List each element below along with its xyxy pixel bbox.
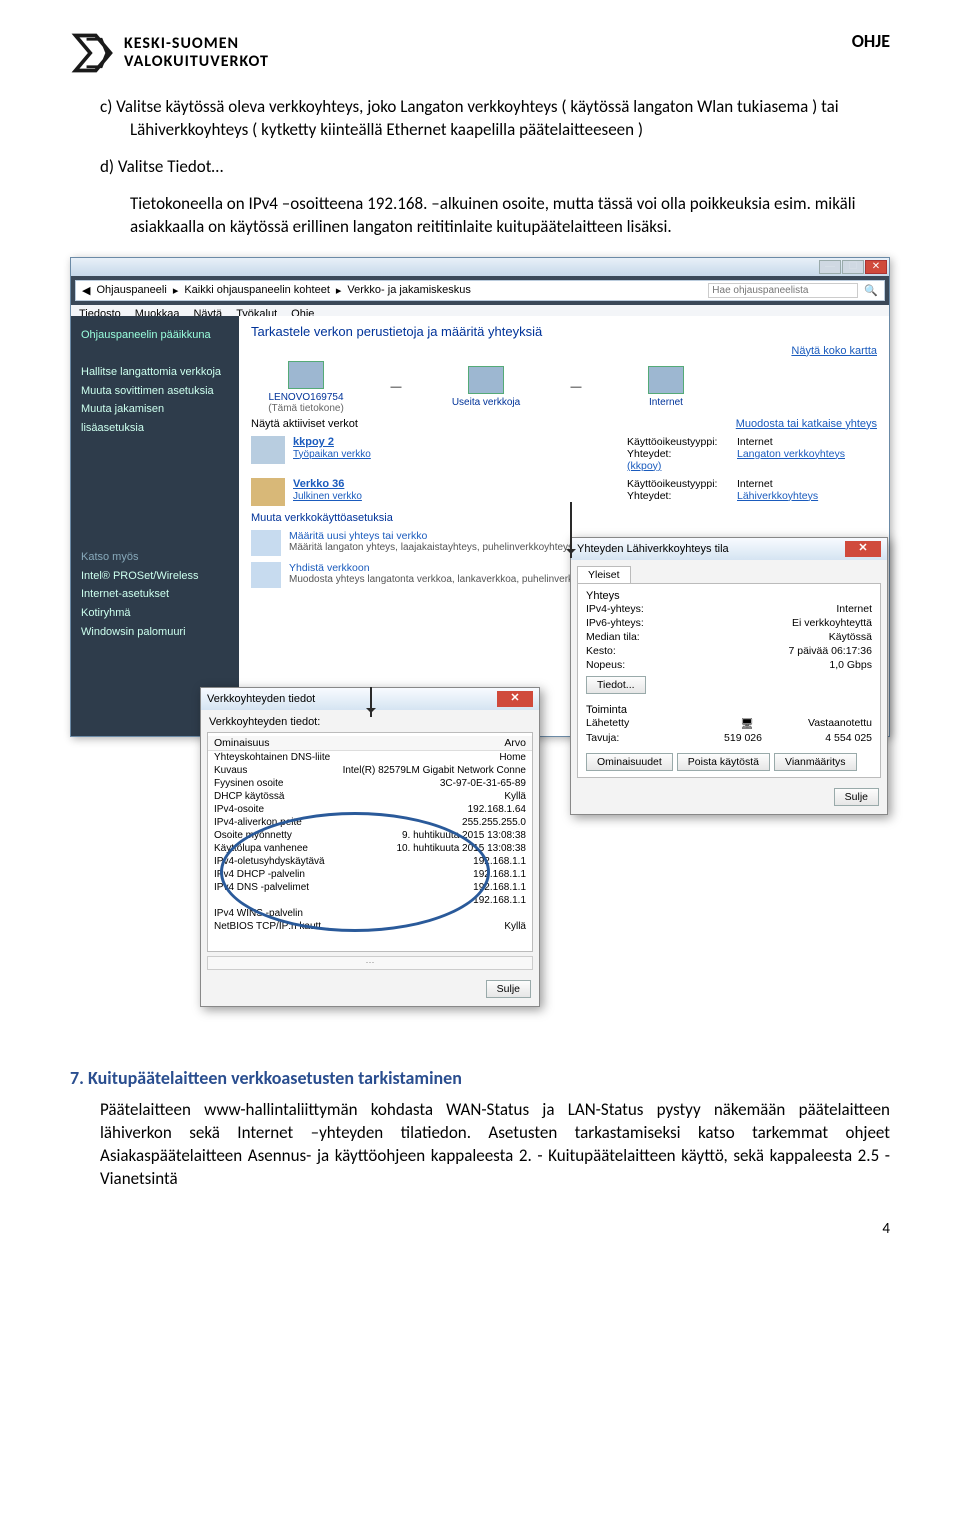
search-icon[interactable]: 🔍 (864, 284, 878, 297)
dialog-connection-details: Verkkoyhteyden tiedot✕ Verkkoyhteyden ti… (200, 687, 540, 1007)
crumb[interactable]: Ohjauspaneeli (96, 284, 166, 296)
close-icon[interactable]: ✕ (497, 691, 533, 707)
public-network-icon (251, 478, 285, 506)
diagnose-button[interactable]: Vianmääritys (774, 753, 857, 771)
close-button[interactable]: ✕ (865, 260, 887, 274)
breadcrumb[interactable]: ◀ Ohjauspaneeli ▸ Kaikki ohjauspaneelin … (75, 280, 885, 301)
sidebar-link[interactable]: Intel® PROSet/Wireless (81, 567, 229, 586)
max-button[interactable]: ☐ (842, 260, 864, 274)
sidebar-link[interactable]: Internet-asetukset (81, 585, 229, 604)
crumb[interactable]: Verkko- ja jakamiskeskus (347, 284, 471, 296)
dialog-connection-status: Yhteyden Lähiverkkoyhteys tila✕ Yleiset … (570, 537, 888, 815)
details-button[interactable]: Tiedot... (586, 676, 646, 694)
page-number: 4 (70, 1220, 890, 1238)
search-input[interactable] (708, 283, 858, 298)
new-connection-icon (251, 530, 281, 556)
close-icon[interactable]: ✕ (845, 541, 881, 557)
main-heading: Tarkastele verkon perustietoja ja määrit… (251, 324, 877, 339)
logo-line2: VALOKUITUVERKOT (124, 53, 269, 71)
active-networks-label: Näytä aktiiviset verkot (251, 418, 358, 430)
group-label: Yhteys (586, 590, 872, 602)
network-item: Verkko 36Julkinen verkko Käyttöoikeustyy… (251, 478, 877, 506)
computer-icon (288, 361, 324, 389)
work-network-icon (251, 436, 285, 464)
close-button[interactable]: Sulje (486, 980, 531, 998)
network-icon (468, 366, 504, 394)
sidebar-link[interactable]: Muuta jakamisen lisäasetuksia (81, 400, 229, 437)
logo: KESKI-SUOMEN VALOKUITUVERKOT (70, 30, 269, 76)
network-type[interactable]: Julkinen verkko (293, 491, 362, 502)
logo-icon (70, 30, 116, 76)
show-map-link[interactable]: Näytä koko kartta (791, 345, 877, 357)
annotation-arrow (570, 502, 572, 558)
sidebar-link[interactable]: Hallitse langattomia verkkoja (81, 363, 229, 382)
activity-icon: 🖥 (732, 717, 762, 730)
sidebar: Ohjauspaneelin pääikkuna Hallitse langat… (71, 316, 239, 736)
network-name[interactable]: Verkko 36 (293, 478, 344, 490)
property-list: OminaisuusArvo Yhteyskohtainen DNS-liite… (207, 732, 533, 952)
connection-link[interactable]: Lähiverkkoyhteys (737, 490, 818, 502)
device-internet: Internet (611, 366, 721, 408)
paragraph: Tietokoneella on IPv4 –osoitteena 192.16… (70, 193, 890, 239)
globe-icon (648, 366, 684, 394)
sidebar-link[interactable]: Kotiryhmä (81, 604, 229, 623)
section-7-title: 7. Kuitupäätelaitteen verkkoasetusten ta… (70, 1067, 890, 1089)
disable-button[interactable]: Poista käytöstä (677, 753, 770, 771)
annotation-arrow (370, 687, 372, 717)
change-settings-label: Muuta verkkokäyttöasetuksia (251, 512, 877, 524)
logo-line1: KESKI-SUOMEN (124, 35, 269, 53)
tab-general[interactable]: Yleiset (577, 566, 631, 583)
sidebar-link[interactable]: Muuta sovittimen asetuksia (81, 382, 229, 401)
network-type[interactable]: Työpaikan verkko (293, 449, 371, 460)
list-item-d: d) Valitse Tiedot… (70, 156, 890, 179)
network-item: kkpoy 2Työpaikan verkko Käyttöoikeustyyp… (251, 436, 877, 472)
screenshot-composite: —☐✕ ◀ Ohjauspaneeli ▸ Kaikki ohjauspanee… (70, 257, 890, 1037)
min-button[interactable]: — (819, 260, 841, 274)
connect-icon (251, 562, 281, 588)
bytes-sent: 519 026 (692, 732, 762, 744)
bytes-received: 4 554 025 (762, 732, 872, 744)
crumb[interactable]: Kaikki ohjauspaneelin kohteet (184, 284, 330, 296)
device-this-pc: LENOVO169754(Tämä tietokone) (251, 361, 361, 414)
network-name[interactable]: kkpoy 2 (293, 436, 334, 448)
close-button[interactable]: Sulje (834, 788, 879, 806)
dialog-title: Yhteyden Lähiverkkoyhteys tila (577, 543, 729, 555)
dialog-title: Verkkoyhteyden tiedot (207, 693, 315, 705)
back-icon[interactable]: ◀ (82, 284, 90, 297)
section-7-paragraph: Päätelaitteen www-hallintaliittymän kohd… (70, 1099, 890, 1191)
list-item-c: c) Valitse käytössä oleva verkkoyhteys, … (70, 96, 890, 142)
sidebar-link[interactable]: Windowsin palomuuri (81, 623, 229, 642)
group-label: Toiminta (586, 704, 872, 716)
sidebar-heading: Katso myös (81, 548, 229, 567)
sidebar-heading: Ohjauspaneelin pääikkuna (81, 326, 229, 345)
page-header-label: OHJE (852, 30, 890, 52)
properties-button[interactable]: Ominaisuudet (586, 753, 673, 771)
connect-disconnect-link[interactable]: Muodosta tai katkaise yhteys (736, 418, 877, 430)
device-networks: Useita verkkoja (431, 366, 541, 408)
titlebar: —☐✕ (71, 258, 889, 276)
